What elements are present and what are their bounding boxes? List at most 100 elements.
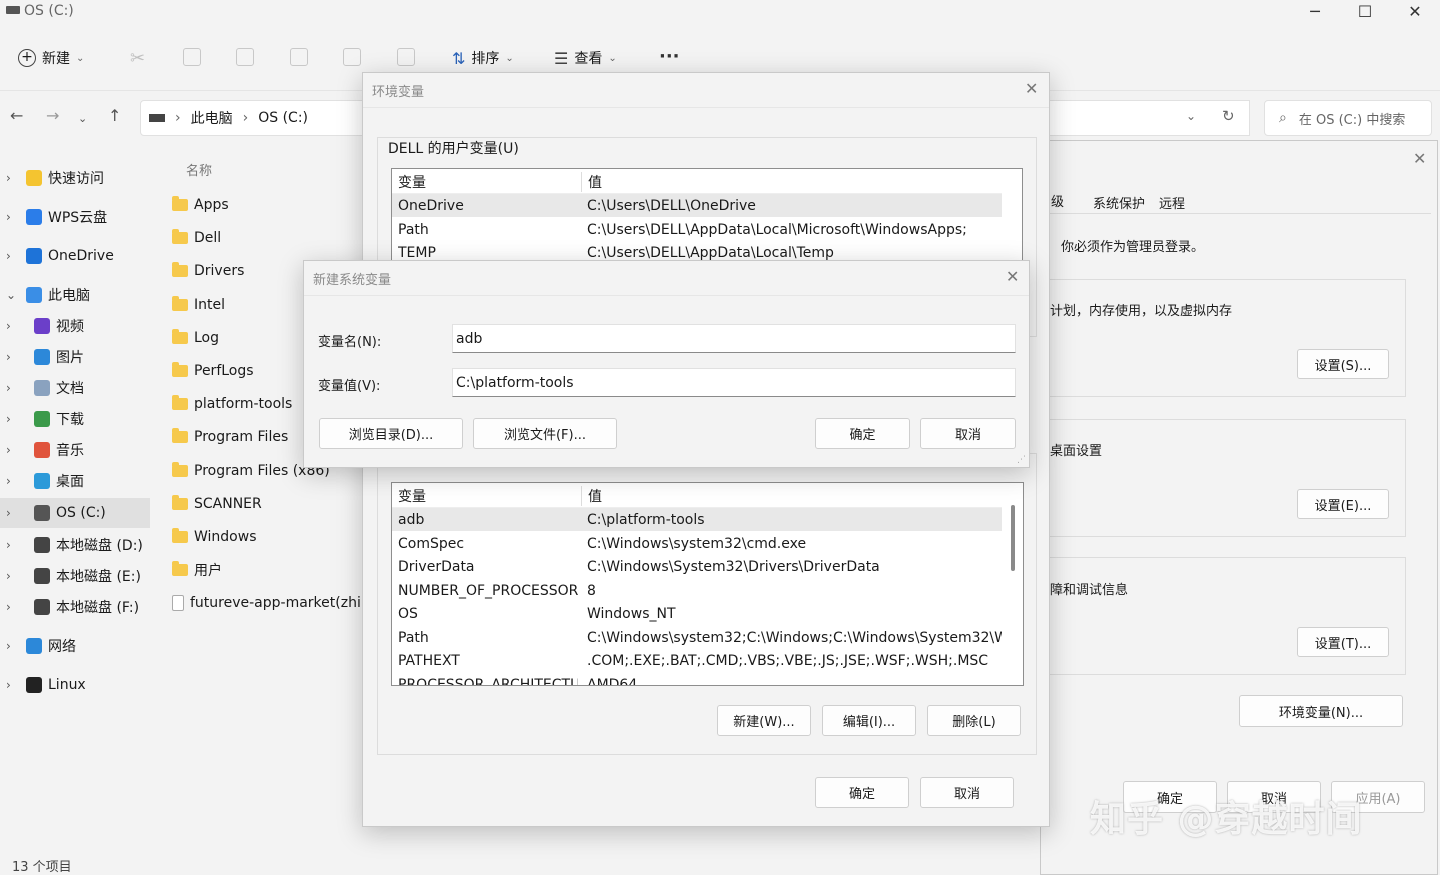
cut-icon[interactable]: ✂: [130, 48, 145, 69]
chevron-right-icon[interactable]: ›: [6, 381, 20, 395]
table-row[interactable]: PROCESSOR_ARCHITECTU... AMD64: [392, 673, 1002, 686]
sidebar-item[interactable]: › 快速访问: [0, 163, 150, 193]
sidebar-item[interactable]: › Linux: [0, 670, 150, 700]
delete-icon[interactable]: [397, 48, 415, 66]
share-icon[interactable]: [343, 48, 361, 66]
env-cancel-button[interactable]: 取消: [920, 777, 1014, 808]
column-header-variable[interactable]: 变量: [398, 172, 578, 192]
rename-icon[interactable]: [290, 48, 308, 66]
chevron-right-icon[interactable]: ›: [6, 249, 20, 263]
list-item[interactable]: Dell: [172, 225, 221, 251]
recent-dropdown-icon[interactable]: ⌄: [78, 112, 87, 125]
chevron-right-icon[interactable]: ›: [6, 210, 20, 224]
sidebar-item[interactable]: › OneDrive: [0, 241, 150, 271]
sidebar-item[interactable]: › 下载: [0, 404, 150, 434]
column-header-name[interactable]: 名称: [186, 160, 212, 179]
system-variables-table[interactable]: 变量 值 adb C:\platform-tools ComSpec C:\Wi…: [391, 482, 1024, 686]
chevron-right-icon[interactable]: ›: [6, 538, 20, 552]
list-item[interactable]: Program Files: [172, 424, 288, 450]
table-row[interactable]: PATHEXT .COM;.EXE;.BAT;.CMD;.VBS;.VBE;.J…: [392, 649, 1002, 672]
edit-variable-button[interactable]: 编辑(I)...: [822, 705, 916, 736]
chevron-down-icon[interactable]: ⌄: [1186, 109, 1196, 123]
sidebar-item[interactable]: › 视频: [0, 311, 150, 341]
sort-button[interactable]: ⇅ 排序 ⌄: [452, 48, 514, 68]
copy-icon[interactable]: [183, 48, 201, 66]
list-item[interactable]: Log: [172, 325, 219, 351]
list-item[interactable]: Intel: [172, 292, 225, 318]
browse-directory-button[interactable]: 浏览目录(D)...: [319, 418, 463, 449]
sidebar-item[interactable]: › 文档: [0, 373, 150, 403]
tab-system-protection[interactable]: 系统保护: [1093, 193, 1145, 212]
chevron-right-icon[interactable]: ›: [6, 443, 20, 457]
close-icon[interactable]: ✕: [1392, 2, 1438, 21]
chevron-right-icon[interactable]: ›: [6, 171, 20, 185]
sidebar-item[interactable]: › 桌面: [0, 466, 150, 496]
address-bar-end[interactable]: ⌄ ↻: [1050, 100, 1250, 136]
chevron-down-icon[interactable]: ⌄: [6, 288, 20, 302]
new-button[interactable]: + 新建 ⌄: [18, 48, 84, 68]
variable-value-field[interactable]: C:\platform-tools: [452, 368, 1016, 397]
list-item[interactable]: Drivers: [172, 258, 244, 284]
chevron-right-icon[interactable]: ›: [6, 350, 20, 364]
table-row[interactable]: OneDrive C:\Users\DELL\OneDrive: [392, 194, 1002, 217]
sidebar-item[interactable]: › 本地磁盘 (D:): [0, 530, 150, 560]
list-item[interactable]: platform-tools: [172, 391, 292, 417]
table-row[interactable]: NUMBER_OF_PROCESSORS 8: [392, 579, 1002, 602]
minimize-icon[interactable]: ─: [1292, 2, 1338, 21]
table-row[interactable]: Path C:\Windows\system32;C:\Windows;C:\W…: [392, 626, 1002, 649]
chevron-right-icon[interactable]: ›: [6, 319, 20, 333]
newvar-ok-button[interactable]: 确定: [815, 418, 910, 449]
breadcrumb-drive[interactable]: OS (C:): [258, 110, 308, 126]
address-bar[interactable]: › 此电脑 › OS (C:): [140, 100, 370, 136]
sidebar-item[interactable]: › 音乐: [0, 435, 150, 465]
view-button[interactable]: ☰ 查看 ⌄: [554, 48, 617, 68]
sidebar-item[interactable]: › 本地磁盘 (F:): [0, 592, 150, 622]
tab-advanced[interactable]: 级: [1051, 191, 1064, 210]
table-row[interactable]: adb C:\platform-tools: [392, 508, 1002, 531]
list-item[interactable]: Apps: [172, 192, 229, 218]
list-item[interactable]: SCANNER: [172, 491, 262, 517]
list-item[interactable]: futureve-app-market(zhi: [172, 590, 361, 616]
resize-grip-icon[interactable]: ⋰: [1017, 455, 1026, 465]
chevron-right-icon[interactable]: ›: [6, 412, 20, 426]
chevron-right-icon[interactable]: ›: [6, 474, 20, 488]
sidebar-item[interactable]: › WPS云盘: [0, 202, 150, 232]
table-row[interactable]: ComSpec C:\Windows\system32\cmd.exe: [392, 532, 1002, 555]
close-icon[interactable]: ✕: [1413, 149, 1426, 168]
sidebar-item[interactable]: › 图片: [0, 342, 150, 372]
startup-settings-button[interactable]: 设置(T)...: [1297, 627, 1389, 657]
scrollbar-thumb[interactable]: [1011, 505, 1015, 571]
newvar-cancel-button[interactable]: 取消: [920, 418, 1016, 449]
chevron-right-icon[interactable]: ›: [6, 600, 20, 614]
delete-variable-button[interactable]: 删除(L): [927, 705, 1021, 736]
column-header-value[interactable]: 值: [581, 486, 996, 506]
environment-variables-button[interactable]: 环境变量(N)...: [1239, 695, 1403, 727]
forward-icon[interactable]: →: [46, 106, 59, 125]
sidebar-item[interactable]: › OS (C:): [0, 498, 150, 528]
table-row[interactable]: DriverData C:\Windows\System32\Drivers\D…: [392, 555, 1002, 578]
sidebar-item[interactable]: › 本地磁盘 (E:): [0, 561, 150, 591]
more-button[interactable]: ···: [659, 46, 680, 67]
paste-icon[interactable]: [236, 48, 254, 66]
back-icon[interactable]: ←: [10, 106, 23, 125]
up-icon[interactable]: ↑: [108, 106, 121, 125]
list-item[interactable]: 用户: [172, 557, 222, 583]
table-row[interactable]: Path C:\Users\DELL\AppData\Local\Microso…: [392, 218, 1002, 241]
list-item[interactable]: PerfLogs: [172, 358, 254, 384]
env-ok-button[interactable]: 确定: [815, 777, 909, 808]
column-header-value[interactable]: 值: [581, 172, 996, 192]
profiles-settings-button[interactable]: 设置(E)...: [1297, 489, 1389, 519]
new-variable-button[interactable]: 新建(W)...: [717, 705, 811, 736]
sidebar-item[interactable]: ⌄ 此电脑: [0, 280, 150, 310]
search-input[interactable]: ⌕ 在 OS (C:) 中搜索: [1264, 100, 1432, 136]
chevron-right-icon[interactable]: ›: [6, 639, 20, 653]
browse-file-button[interactable]: 浏览文件(F)...: [473, 418, 617, 449]
variable-name-field[interactable]: adb: [452, 324, 1016, 353]
sidebar-item[interactable]: › 网络: [0, 631, 150, 661]
close-icon[interactable]: ✕: [1025, 79, 1038, 98]
tab-remote[interactable]: 远程: [1159, 193, 1185, 212]
maximize-icon[interactable]: ☐: [1342, 2, 1388, 21]
chevron-right-icon[interactable]: ›: [6, 569, 20, 583]
chevron-right-icon[interactable]: ›: [6, 506, 20, 520]
performance-settings-button[interactable]: 设置(S)...: [1297, 349, 1389, 379]
